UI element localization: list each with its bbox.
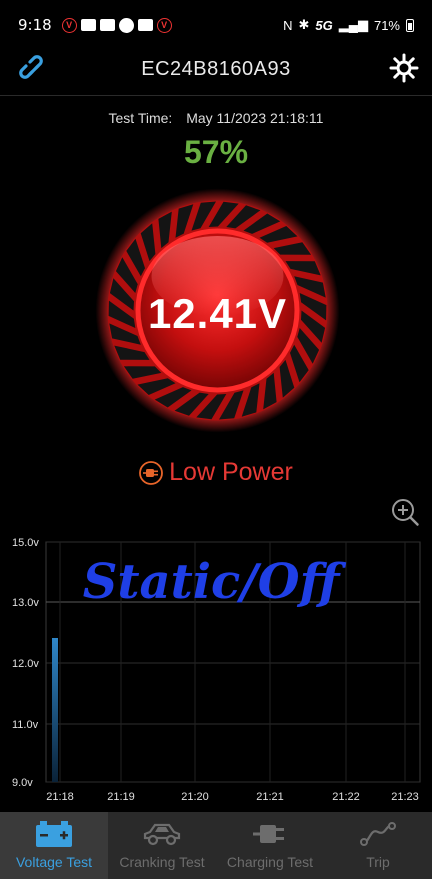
nav-voltage-test[interactable]: Voltage Test <box>0 812 108 879</box>
nav-cranking-test-label: Cranking Test <box>119 854 205 870</box>
check-notification-icon <box>118 17 134 33</box>
vivaldi-notification-icon-2: V <box>156 17 172 33</box>
network-type: 5G <box>315 17 333 33</box>
gear-icon[interactable] <box>388 52 420 84</box>
device-id-title: EC24B8160A93 <box>141 58 291 80</box>
vivaldi-notification-icon: V <box>61 17 77 33</box>
bluetooth-icon: ✱ <box>298 17 310 32</box>
battery-icon <box>36 821 72 847</box>
y-tick-label: 9.0v <box>12 777 33 789</box>
y-tick-label: 12.0v <box>12 658 39 670</box>
nav-cranking-test[interactable]: Cranking Test <box>108 812 216 879</box>
nav-charging-test[interactable]: Charging Test <box>216 812 324 879</box>
app-header: EC24B8160A93 <box>0 50 432 96</box>
battery-health-percent: 57% <box>183 134 249 170</box>
nav-voltage-test-label: Voltage Test <box>15 854 93 870</box>
x-tick-label: 21:22 <box>332 791 360 803</box>
battery-status: Low Power <box>0 458 432 487</box>
voltage-reading: 12.41V <box>147 290 288 337</box>
y-tick-label: 13.0v <box>12 597 39 609</box>
calendar-notification-icon <box>137 19 153 31</box>
notification-icons: V V <box>61 17 172 33</box>
plug-icon <box>253 825 284 843</box>
mail-notification-icon <box>99 19 115 31</box>
car-icon <box>143 823 181 846</box>
x-tick-label: 21:20 <box>181 791 209 803</box>
nfc-icon: N <box>283 17 293 33</box>
youtube-notification-icon <box>80 19 96 31</box>
x-tick-label: 21:23 <box>391 791 419 803</box>
battery-percent: 71% <box>373 17 400 33</box>
x-tick-label: 21:18 <box>46 791 74 803</box>
static-off-overlay: Static/Off <box>83 554 347 610</box>
test-time-value: May 11/2023 21:18:11 <box>186 110 324 126</box>
system-icons: N ✱ 5G ▂▄▆ 71% <box>283 17 414 33</box>
bottom-nav: Voltage Test Cranking Test Charging Test… <box>0 812 432 879</box>
y-tick-label: 11.0v <box>12 719 39 731</box>
nav-charging-test-label: Charging Test <box>226 854 314 870</box>
voltage-bar <box>52 637 58 782</box>
zoom-in-icon[interactable] <box>390 497 420 527</box>
test-time: Test Time: May 11/2023 21:18:11 <box>0 110 432 126</box>
status-bar: 9:18 V V N ✱ 5G ▂▄▆ 71% <box>0 0 432 50</box>
status-time: 9:18 <box>18 16 52 34</box>
signal-icon: ▂▄▆ <box>338 17 368 32</box>
plug-icon <box>139 460 164 485</box>
nav-trip[interactable]: Trip <box>324 812 432 879</box>
nav-trip-label: Trip <box>366 854 390 870</box>
battery-status-text: Low Power <box>169 458 293 486</box>
y-tick-label: 15.0v <box>12 537 39 549</box>
battery-icon <box>406 18 414 32</box>
voltage-chart: 15.0v 13.0v 12.0v 11.0v 9.0v 21:18 21:19 21:20 2… <box>12 537 421 803</box>
test-time-label: Test Time: <box>108 110 173 126</box>
route-icon <box>360 822 396 846</box>
x-tick-label: 21:21 <box>256 791 284 803</box>
x-tick-label: 21:19 <box>107 791 135 803</box>
